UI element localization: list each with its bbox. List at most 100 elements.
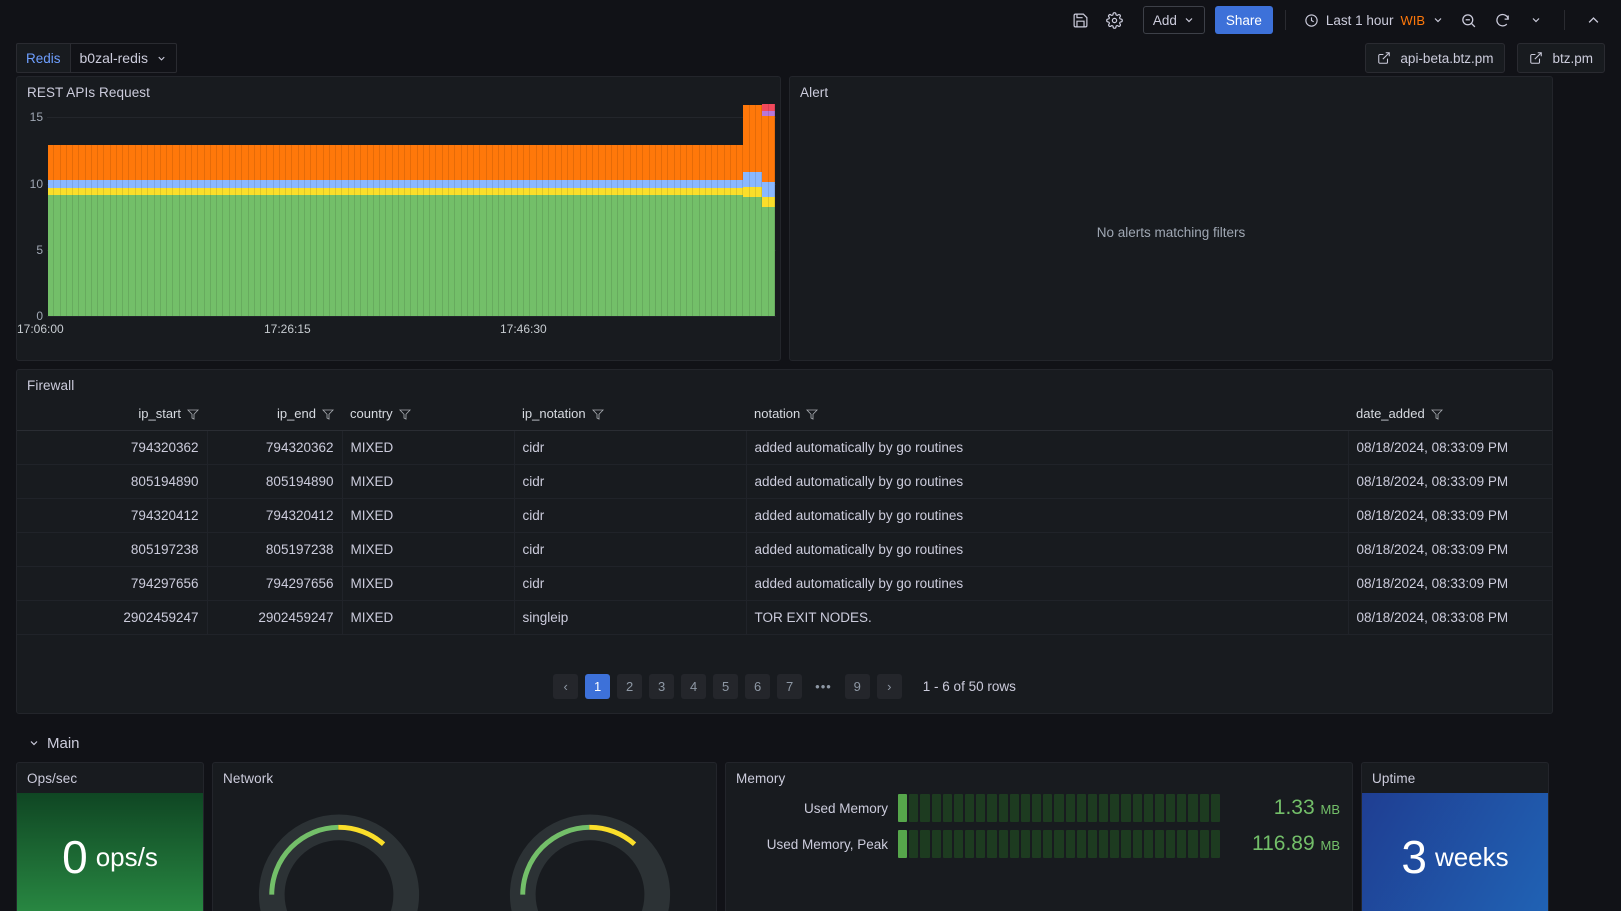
table-cell-notation: added automatically by go routines xyxy=(746,532,1349,567)
memory-gauge-cell xyxy=(1076,830,1086,858)
y-axis-tick: 5 xyxy=(36,242,43,257)
pagination-page-6[interactable]: 6 xyxy=(745,674,771,699)
dashboard-settings-button[interactable] xyxy=(1099,6,1131,34)
uptime-stat-unit: weeks xyxy=(1434,841,1509,872)
filter-icon[interactable] xyxy=(806,408,819,420)
network-gauges xyxy=(213,790,716,911)
filter-icon[interactable] xyxy=(1430,408,1443,420)
table-cell-country: MIXED xyxy=(342,430,515,465)
column-header-label: date_added xyxy=(1356,406,1425,421)
dashboard-link-btz[interactable]: btz.pm xyxy=(1517,43,1605,73)
pagination-page-2[interactable]: 2 xyxy=(617,674,643,699)
filter-icon[interactable] xyxy=(187,408,199,420)
rest-chart[interactable]: 0 5 10 15 17:06:00 17:26:15 17:46:30 xyxy=(17,104,780,346)
filter-icon[interactable] xyxy=(591,408,604,420)
row-header-main[interactable]: Main xyxy=(28,728,1605,758)
memory-gauge-cell xyxy=(942,794,952,822)
table-cell-notation: added automatically by go routines xyxy=(746,464,1349,499)
refresh-interval-dropdown[interactable] xyxy=(1520,6,1552,34)
zoom-out-time-button[interactable] xyxy=(1452,6,1484,34)
dashboard-link-api-beta[interactable]: api-beta.btz.pm xyxy=(1365,43,1506,73)
table-cell-ip_notation: cidr xyxy=(514,532,747,567)
table-cell-notation: added automatically by go routines xyxy=(746,498,1349,533)
chart-bar[interactable] xyxy=(768,104,775,316)
pagination-page-7[interactable]: 7 xyxy=(777,674,803,699)
ops-stat-unit: ops/s xyxy=(95,841,158,872)
memory-gauge-cell xyxy=(976,794,986,822)
memory-gauge-cell xyxy=(1087,794,1098,822)
pagination-page-1[interactable]: 1 xyxy=(585,674,611,699)
memory-gauge-cell xyxy=(1065,794,1075,822)
chevron-down-icon xyxy=(1434,18,1442,23)
memory-gauge-cell xyxy=(920,794,930,822)
table-row[interactable]: 794320362 794320362 MIXED cidr added automat… xyxy=(17,430,1552,465)
table-row[interactable]: 805194890 805194890 MIXED cidr added automat… xyxy=(17,464,1552,499)
memory-gauge-cell xyxy=(987,830,997,858)
memory-gauge-cell xyxy=(1210,794,1220,822)
table-column-header-ip_start[interactable]: ip_start xyxy=(17,397,207,431)
memory-gauge-cell xyxy=(1210,830,1220,858)
table-cell-ip_end: 2902459247 xyxy=(207,600,343,635)
memory-gauge-cell xyxy=(1154,794,1165,822)
memory-gauge-cell xyxy=(931,830,941,858)
save-dashboard-button[interactable] xyxy=(1065,6,1097,34)
table-cell-ip_notation: singleip xyxy=(514,600,747,635)
pagination-prev-button[interactable]: ‹ xyxy=(553,674,579,699)
table-row[interactable]: 794297656 794297656 MIXED cidr added automat… xyxy=(17,566,1552,601)
memory-gauge-cell xyxy=(1065,830,1075,858)
table-cell-ip_end: 794297656 xyxy=(207,566,343,601)
panel-title: Network xyxy=(223,771,274,786)
uptime-stat-value: 3 xyxy=(1401,831,1427,883)
memory-gauge-cell xyxy=(1110,794,1120,822)
panel-firewall: Firewall ip_start ip_end country ip_notatio… xyxy=(16,369,1553,714)
panel-title: Firewall xyxy=(27,378,75,393)
pagination-next-button[interactable]: › xyxy=(876,674,902,699)
pagination-page-5[interactable]: 5 xyxy=(713,674,739,699)
pagination-page-9[interactable]: 9 xyxy=(844,674,870,699)
refresh-button[interactable] xyxy=(1486,6,1518,34)
table-cell-ip_notation: cidr xyxy=(514,464,747,499)
variable-select-redis[interactable]: b0zal-redis xyxy=(69,43,177,73)
filter-icon[interactable] xyxy=(398,408,411,420)
pagination-page-3[interactable]: 3 xyxy=(649,674,675,699)
dashboard-link-label: api-beta.btz.pm xyxy=(1400,50,1494,66)
table-cell-date_added: 08/18/2024, 08:33:09 PM xyxy=(1348,532,1552,567)
table-cell-ip_start: 805194890 xyxy=(17,464,208,499)
table-cell-ip_start: 794297656 xyxy=(17,566,208,601)
memory-gauge-value: 1.33 MB xyxy=(1230,796,1340,820)
memory-gauge-row: Used Memory, Peak 116.89 MB xyxy=(726,826,1352,862)
pagination-page-4[interactable]: 4 xyxy=(681,674,707,699)
share-button[interactable]: Share xyxy=(1214,6,1273,34)
filter-icon[interactable] xyxy=(322,408,334,420)
uptime-stat-value-area: 3 weeks xyxy=(1362,793,1548,911)
table-row[interactable]: 2902459247 2902459247 MIXED singleip TOR EXI… xyxy=(17,600,1552,635)
row-header-label: Main xyxy=(47,734,80,752)
table-row[interactable]: 794320412 794320412 MIXED cidr added automat… xyxy=(17,498,1552,533)
memory-gauge-cell xyxy=(1009,830,1019,858)
variable-label-redis: Redis xyxy=(16,43,70,73)
table-column-header-notation[interactable]: notation xyxy=(746,397,1348,431)
memory-gauge-cell xyxy=(1032,794,1042,822)
time-range-picker[interactable]: Last 1 hour WIB xyxy=(1298,6,1450,34)
memory-gauge-cell xyxy=(920,830,930,858)
table-cell-date_added: 08/18/2024, 08:33:09 PM xyxy=(1348,430,1552,465)
memory-gauge-cell xyxy=(898,830,908,858)
table-cell-date_added: 08/18/2024, 08:33:08 PM xyxy=(1348,600,1552,635)
table-pagination: ‹ 1 2 3 4 5 6 7 ••• 9 › 1 - 6 of 50 rows xyxy=(17,674,1552,699)
table-column-header-country[interactable]: country xyxy=(342,397,514,431)
table-column-header-ip_notation[interactable]: ip_notation xyxy=(514,397,746,431)
table-column-header-ip_end[interactable]: ip_end xyxy=(207,397,342,431)
memory-gauge-cell xyxy=(1132,830,1142,858)
collapse-toolbar-button[interactable] xyxy=(1577,6,1609,34)
table-cell-ip_start: 805197238 xyxy=(17,532,208,567)
add-panel-button[interactable]: Add xyxy=(1142,6,1205,34)
table-row[interactable]: 805197238 805197238 MIXED cidr added automat… xyxy=(17,532,1552,567)
memory-value-number: 116.89 xyxy=(1251,832,1315,855)
y-axis-tick: 10 xyxy=(29,176,43,191)
table-column-header-date_added[interactable]: date_added xyxy=(1348,397,1552,431)
memory-gauge-cell xyxy=(1177,830,1187,858)
panel-memory: Memory Used Memory 1.33 MB Used Memory, Pe… xyxy=(725,762,1353,911)
table-cell-date_added: 08/18/2024, 08:33:09 PM xyxy=(1348,464,1552,499)
chart-plot-area[interactable] xyxy=(48,104,776,316)
ops-stat-value-area: 0 ops/s xyxy=(17,793,203,911)
